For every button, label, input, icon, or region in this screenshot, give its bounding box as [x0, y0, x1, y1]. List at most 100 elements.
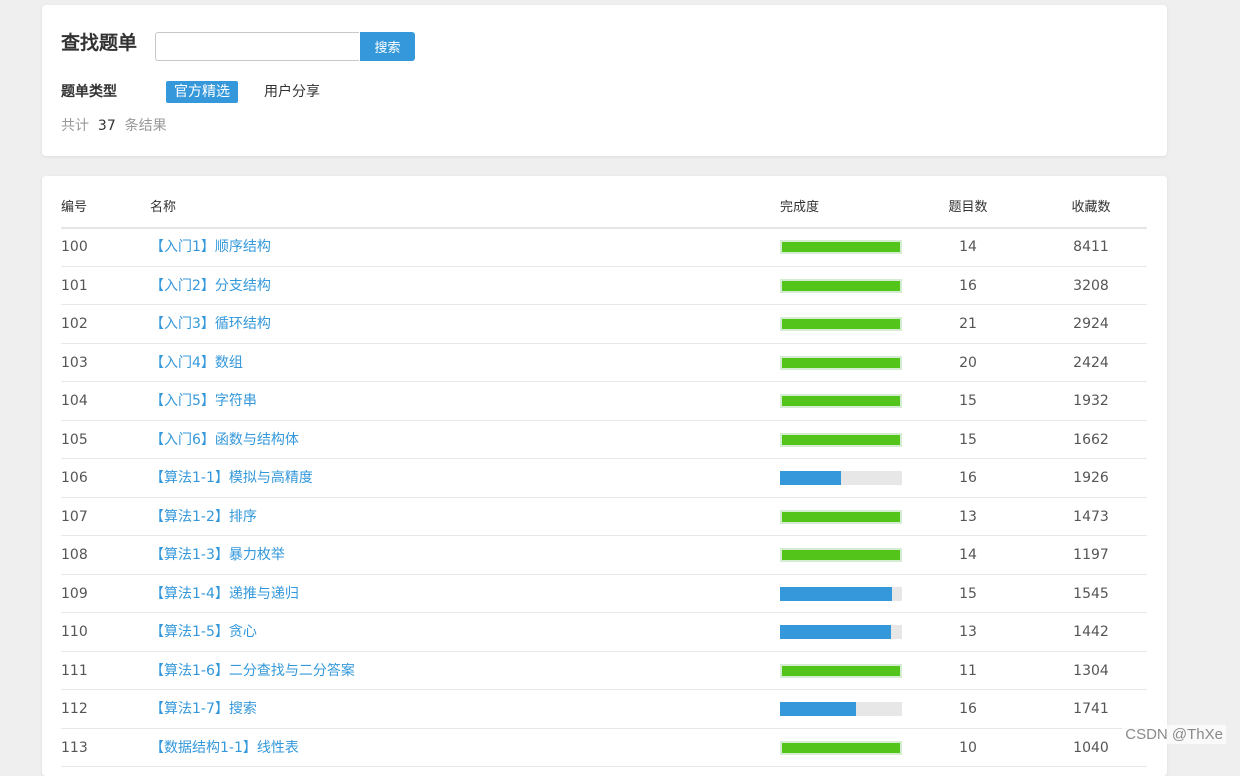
row-problem-count: 11: [959, 662, 977, 679]
row-favorites: 1304: [1073, 662, 1109, 679]
progress-bar-fill: [782, 242, 900, 252]
row-name-link[interactable]: 【算法1-6】二分查找与二分答案: [150, 661, 355, 681]
table-header: 编号 名称 完成度 题目数 收藏数: [61, 196, 1147, 229]
row-favorites: 8411: [1073, 239, 1109, 255]
progress-bar: [780, 355, 902, 370]
table-row: 103 【入门4】数组 20 2424: [61, 344, 1147, 382]
table-row: 110 【算法1-5】贪心 13 1442: [61, 613, 1147, 652]
type-option-official[interactable]: 官方精选: [166, 81, 238, 103]
row-id: 113: [61, 739, 88, 756]
table-row: 106 【算法1-1】模拟与高精度 16 1926: [61, 459, 1147, 498]
problem-list-panel: 编号 名称 完成度 题目数 收藏数 100 【入门1】顺序结构 14 8411 101 【…: [42, 176, 1167, 776]
table-row: 109 【算法1-4】递推与递归 15 1545: [61, 575, 1147, 613]
row-favorites: 1926: [1073, 470, 1109, 486]
table-row: 113 【数据结构1-1】线性表 10 1040: [61, 729, 1147, 767]
row-id: 111: [61, 662, 88, 679]
row-id: 108: [61, 547, 88, 563]
row-name-link[interactable]: 【入门4】数组: [150, 353, 243, 373]
row-name-link[interactable]: 【算法1-4】递推与递归: [150, 584, 299, 604]
table-row: 104 【入门5】字符串 15 1932: [61, 382, 1147, 421]
result-count-prefix: 共计: [61, 118, 89, 134]
row-favorites: 1197: [1073, 547, 1109, 563]
row-favorites: 1545: [1073, 585, 1109, 602]
row-favorites: 2924: [1073, 316, 1109, 332]
progress-bar-fill: [780, 586, 893, 601]
progress-bar: [780, 317, 902, 331]
progress-bar-fill: [782, 357, 900, 368]
row-favorites: 1473: [1073, 508, 1109, 525]
result-count-value: 37: [97, 118, 116, 134]
column-header-id: 编号: [61, 200, 88, 215]
table-row: 102 【入门3】循环结构 21 2924: [61, 305, 1147, 344]
table-row: 100 【入门1】顺序结构 14 8411: [61, 228, 1147, 267]
row-name-link[interactable]: 【算法1-5】贪心: [150, 622, 257, 642]
table-row: 112 【算法1-7】搜索 16 1741: [61, 690, 1147, 729]
table-row: 101 【入门2】分支结构 16 3208: [61, 267, 1147, 305]
row-name-link[interactable]: 【入门2】分支结构: [150, 276, 271, 296]
row-name-link[interactable]: 【算法1-1】模拟与高精度: [150, 468, 313, 488]
row-favorites: 1040: [1073, 739, 1109, 756]
row-id: 101: [61, 277, 88, 294]
row-id: 100: [61, 239, 88, 255]
row-favorites: 1662: [1073, 431, 1109, 448]
search-button[interactable]: 搜索: [360, 32, 415, 61]
row-problem-count: 13: [959, 508, 977, 525]
row-name-link[interactable]: 【入门5】字符串: [150, 391, 257, 411]
progress-bar: [780, 586, 902, 601]
row-id: 112: [61, 701, 88, 717]
progress-bar-fill: [782, 511, 900, 522]
progress-bar: [780, 663, 902, 678]
row-id: 104: [61, 393, 88, 409]
row-id: 110: [61, 624, 88, 640]
row-favorites: 1932: [1073, 393, 1109, 409]
result-count: 共计 37 条结果: [61, 116, 167, 136]
row-name-link[interactable]: 【数据结构1-1】线性表: [150, 738, 299, 758]
row-problem-count: 14: [959, 239, 977, 255]
row-problem-count: 15: [959, 393, 977, 409]
search-input[interactable]: [155, 32, 359, 61]
row-problem-count: 16: [959, 470, 977, 486]
column-header-progress: 完成度: [780, 200, 820, 215]
row-problem-count: 14: [959, 547, 977, 563]
row-problem-count: 16: [959, 701, 977, 717]
progress-bar: [780, 278, 902, 293]
column-header-favorites: 收藏数: [1071, 200, 1111, 215]
row-name-link[interactable]: 【算法1-3】暴力枚举: [150, 545, 285, 565]
progress-bar: [780, 394, 902, 408]
row-id: 109: [61, 585, 88, 602]
row-id: 106: [61, 470, 88, 486]
progress-bar-fill: [782, 742, 900, 753]
row-name-link[interactable]: 【入门3】循环结构: [150, 314, 271, 334]
table-row: 105 【入门6】函数与结构体 15 1662: [61, 421, 1147, 459]
progress-bar-fill: [780, 702, 856, 716]
row-favorites: 1442: [1073, 624, 1109, 640]
row-problem-count: 21: [959, 316, 977, 332]
progress-bar-fill: [782, 396, 900, 406]
progress-bar-fill: [780, 625, 892, 639]
progress-bar-fill: [782, 319, 900, 329]
row-favorites: 1741: [1073, 701, 1109, 717]
row-problem-count: 15: [959, 431, 977, 448]
progress-bar-fill: [780, 471, 841, 485]
column-header-problem-count: 题目数: [948, 200, 988, 215]
table-row: 111 【算法1-6】二分查找与二分答案 11 1304: [61, 652, 1147, 690]
row-id: 102: [61, 316, 88, 332]
progress-bar: [780, 740, 902, 755]
row-favorites: 3208: [1073, 277, 1109, 294]
type-option-user-shared[interactable]: 用户分享: [256, 81, 328, 103]
progress-bar: [780, 509, 902, 524]
search-panel: 查找题单 搜索 题单类型 官方精选 用户分享 共计 37 条结果: [42, 5, 1167, 156]
table-body: 100 【入门1】顺序结构 14 8411 101 【入门2】分支结构 16 3208 102 【…: [61, 228, 1147, 767]
row-name-link[interactable]: 【入门1】顺序结构: [150, 237, 271, 257]
row-name-link[interactable]: 【算法1-7】搜索: [150, 699, 257, 719]
progress-bar-fill: [782, 665, 900, 676]
table-row: 108 【算法1-3】暴力枚举 14 1197: [61, 536, 1147, 575]
row-problem-count: 13: [959, 624, 977, 640]
progress-bar: [780, 625, 902, 639]
progress-bar: [780, 471, 902, 485]
progress-bar-fill: [782, 434, 900, 445]
row-name-link[interactable]: 【入门6】函数与结构体: [150, 430, 299, 450]
row-id: 107: [61, 508, 88, 525]
row-name-link[interactable]: 【算法1-2】排序: [150, 507, 257, 527]
row-id: 103: [61, 354, 88, 371]
